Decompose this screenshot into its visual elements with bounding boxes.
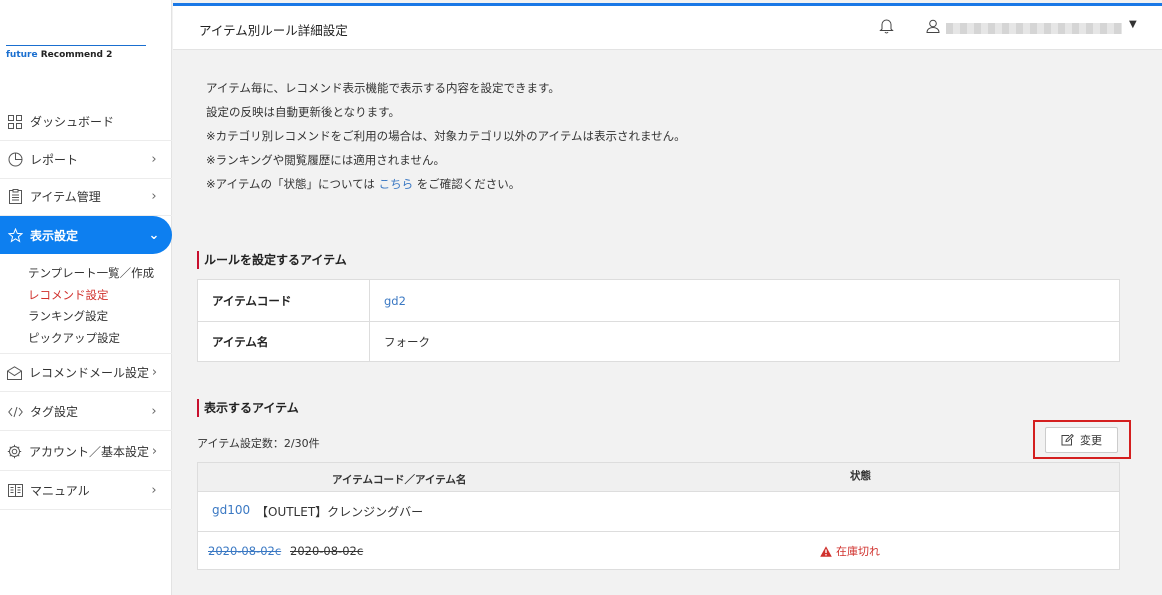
item-code-value[interactable]: gd2 [384,280,406,321]
warning-icon [820,545,832,557]
chevron-right-icon: › [151,404,157,419]
chevron-right-icon: › [151,444,158,459]
chevron-right-icon: › [151,152,157,167]
item-code-link[interactable]: gd100 [212,503,250,517]
sidebar-item-label: アカウント／基本設定 [29,445,150,459]
column-header-code-name: アイテムコード／アイテム名 [332,474,467,486]
display-items-table: アイテムコード／アイテム名 状態 gd100 【OUTLET】クレンジングバー … [197,462,1120,570]
table-header: アイテムコード／アイテム名 状態 [198,463,1119,492]
user-icon[interactable] [926,19,940,36]
item-count: アイテム設定数：2/30件 [197,437,320,450]
item-name-label: アイテム名 [198,322,370,362]
column-header-status: 状態 [850,470,871,482]
sub-item-recommend-settings[interactable]: レコメンド設定 [28,287,109,303]
caret-down-icon[interactable]: ▼ [1129,19,1137,30]
intro-line: ※ランキングや閲覧履歴には適用されません。 [206,153,445,167]
sub-item-ranking-settings[interactable]: ランキング設定 [28,308,108,324]
gear-icon [7,444,22,460]
help-link[interactable]: こちら [379,177,414,191]
dashboard-icon [7,114,23,130]
intro-line: 設定の反映は自動更新後となります。 [206,105,401,119]
item-code-label: アイテムコード [198,280,370,321]
logo-rule [6,45,146,46]
sidebar-item-label: マニュアル [30,484,90,498]
table-row: アイテム名 フォーク [198,321,1119,362]
sidebar-item-dashboard[interactable]: ダッシュボード [0,103,172,141]
intro-line: ※カテゴリ別レコメンドをご利用の場合は、対象カテゴリ以外のアイテムは表示されませ… [206,129,686,143]
sidebar-item-label: レコメンドメール設定 [29,366,150,380]
pie-chart-icon [7,152,23,168]
sub-item-pickup-settings[interactable]: ピックアップ設定 [28,330,120,346]
chevron-right-icon: › [151,189,157,204]
sidebar-item-display-settings[interactable]: 表示設定 ⌄ [0,216,172,254]
item-name: 【OUTLET】クレンジングバー [256,505,424,519]
item-name: 2020-08-02c [290,544,364,558]
sidebar-item-report[interactable]: レポート › [0,141,172,179]
table-row: gd100 【OUTLET】クレンジングバー [198,492,1119,531]
sub-item-template-list[interactable]: テンプレート一覧／作成 [28,265,154,281]
sidebar-item-manual[interactable]: マニュアル › [0,472,172,510]
table-row: 2020-08-02c 2020-08-02c 在庫切れ [198,531,1119,570]
intro-line: アイテム毎に、レコメンド表示機能で表示する内容を設定できます。 [206,81,560,95]
status-badge: 在庫切れ [820,543,880,559]
item-code-link[interactable]: 2020-08-02c [208,544,281,558]
rule-item-table: アイテムコード gd2 アイテム名 フォーク [197,279,1120,362]
sidebar-item-label: アイテム管理 [30,190,101,204]
change-button[interactable]: 変更 [1045,427,1118,453]
sidebar-item-recommend-mail[interactable]: レコメンドメール設定 › [0,354,172,392]
section-heading-display-items: 表示するアイテム [197,399,299,417]
sidebar-item-account-settings[interactable]: アカウント／基本設定 › [0,433,172,471]
chevron-down-icon: ⌄ [148,227,160,243]
sidebar-item-label: タグ設定 [30,405,79,419]
bell-icon[interactable] [879,18,894,37]
sidebar-item-label: ダッシュボード [30,115,115,129]
chevron-right-icon: › [151,483,157,498]
mail-icon [7,365,22,381]
app-logo[interactable]: future Recommend 2 [6,50,112,60]
sidebar: future Recommend 2 ダッシュボード レポート › アイテム管理… [0,0,172,595]
code-icon [7,404,23,420]
page-title: アイテム別ルール詳細設定 [199,23,348,38]
sidebar-item-label: 表示設定 [30,228,79,243]
clipboard-icon [7,189,23,205]
table-row: アイテムコード gd2 [198,280,1119,321]
item-name-value: フォーク [384,335,430,349]
star-icon [7,227,23,243]
sidebar-item-item-management[interactable]: アイテム管理 › [0,178,172,216]
section-heading-rule-item: ルールを設定するアイテム [197,251,347,269]
header: アイテム別ルール詳細設定 ▼ [173,6,1162,50]
book-icon [7,483,23,499]
sidebar-item-tag-settings[interactable]: タグ設定 › [0,393,172,431]
user-name-redacted[interactable] [946,23,1122,34]
intro-line: ※アイテムの「状態」については こちら をご確認ください。 [206,177,521,191]
sidebar-item-label: レポート [30,153,79,167]
edit-icon [1061,434,1074,446]
chevron-right-icon: › [151,365,158,380]
